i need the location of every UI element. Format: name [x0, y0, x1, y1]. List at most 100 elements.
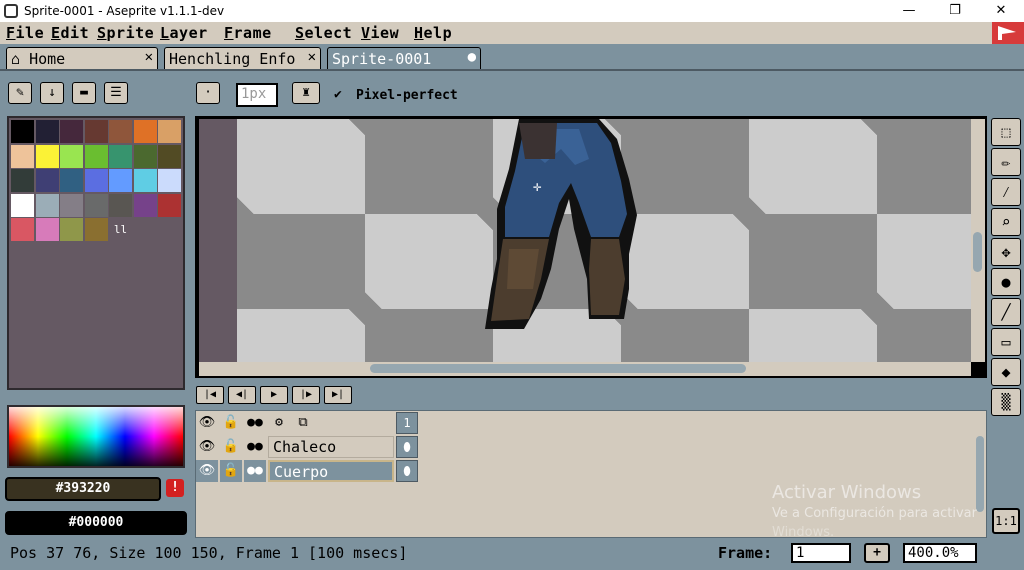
palette-swatch[interactable] [109, 120, 132, 143]
palette-swatch[interactable] [35, 169, 59, 192]
frame-input[interactable]: 1 [791, 543, 851, 563]
palette-swatch[interactable] [109, 193, 132, 217]
flag-icon[interactable] [992, 22, 1024, 44]
palette-edit-icon[interactable]: ✎ [8, 82, 32, 104]
tab-sprite-0001[interactable]: Sprite-0001 ● [327, 47, 481, 70]
palette-swatch[interactable] [84, 218, 108, 241]
palette-swatch[interactable] [11, 169, 34, 192]
palette-swatch[interactable] [11, 193, 34, 217]
eye-icon[interactable]: 👁 [196, 460, 218, 482]
marquee-tool-icon[interactable]: ⬚ [991, 118, 1021, 146]
vertical-scroll-thumb[interactable] [973, 232, 982, 272]
palette-swatch[interactable] [158, 120, 181, 143]
editor-canvas[interactable]: ✛ [199, 119, 971, 362]
background-color-button[interactable]: #000000 [5, 511, 187, 535]
menu-edit[interactable]: Edit [51, 24, 89, 42]
tab-close-icon[interactable]: ✕ [308, 49, 316, 65]
menu-layer[interactable]: Layer [160, 24, 208, 42]
palette-swatch[interactable] [84, 169, 108, 192]
tab-home[interactable]: ⌂ Home ✕ [6, 47, 158, 70]
palette-swatch[interactable] [60, 193, 83, 217]
palette-swatch[interactable] [109, 169, 132, 192]
horizontal-scroll-thumb[interactable] [370, 364, 746, 373]
menu-help[interactable]: Help [414, 24, 452, 42]
palette-swatch[interactable] [158, 193, 181, 217]
layer-row-selected[interactable]: Cuerpo [268, 460, 394, 482]
reset-zoom-button[interactable]: 1:1 [992, 508, 1020, 534]
next-frame-icon[interactable]: |▶ [292, 386, 320, 404]
continuous-icon[interactable]: ●● [244, 460, 266, 482]
palette-swatch[interactable] [60, 144, 83, 168]
palette-swatch[interactable] [158, 169, 181, 192]
fill-tool-icon[interactable]: ● [991, 268, 1021, 296]
zoom-input[interactable]: 400.0% [903, 543, 977, 563]
palette-swatch[interactable] [60, 120, 83, 143]
palette-swatch[interactable] [84, 144, 108, 168]
layers-icon[interactable]: ⧉ [292, 412, 314, 434]
brush-type-icon[interactable]: · [196, 82, 220, 104]
menu-file[interactable]: File [6, 24, 44, 42]
pencil-tool-icon[interactable]: ✏ [991, 148, 1021, 176]
continuous-icon[interactable]: ●● [244, 436, 266, 458]
palette-swatch[interactable] [11, 144, 34, 168]
menu-sprite[interactable]: Sprite [97, 24, 154, 42]
palette-swatch[interactable] [84, 120, 108, 143]
lock-icon[interactable]: 🔓 [220, 412, 242, 434]
line-tool-icon[interactable]: ╱ [991, 298, 1021, 326]
last-frame-icon[interactable]: ▶| [324, 386, 352, 404]
palette-swatch[interactable] [35, 193, 59, 217]
add-frame-button[interactable]: + [864, 543, 890, 563]
onion-skin-icon[interactable]: ●● [244, 412, 266, 434]
ink-type-icon[interactable]: ♜ [292, 82, 320, 104]
play-icon[interactable]: ▶ [260, 386, 288, 404]
tab-henchling[interactable]: Henchling Enfo ✕ [164, 47, 321, 70]
palette-sort-icon[interactable]: ↓ [40, 82, 64, 104]
palette-swatch[interactable] [133, 120, 157, 143]
color-spectrum[interactable] [7, 405, 185, 468]
layer-row[interactable]: Chaleco [268, 436, 394, 458]
palette-swatch[interactable] [35, 144, 59, 168]
eye-icon[interactable]: 👁 [196, 436, 218, 458]
first-frame-icon[interactable]: |◀ [196, 386, 224, 404]
lock-icon[interactable]: 🔓 [220, 460, 242, 482]
contour-tool-icon[interactable]: ◆ [991, 358, 1021, 386]
timeline-scrollbar[interactable] [976, 436, 984, 512]
blur-tool-icon[interactable]: ▒ [991, 388, 1021, 416]
menu-view[interactable]: View [361, 24, 399, 42]
cel-icon[interactable]: ⬮ [396, 460, 418, 482]
tab-close-icon[interactable]: ✕ [145, 49, 153, 65]
pixel-perfect-checkbox[interactable]: ✔ [334, 87, 342, 102]
palette-swatch[interactable] [11, 120, 34, 143]
tab-modified-icon[interactable]: ● [468, 49, 476, 65]
foreground-color-button[interactable]: #393220 [5, 477, 161, 501]
palette-swatch[interactable] [133, 193, 157, 217]
zoom-tool-icon[interactable]: ⌕ [991, 208, 1021, 236]
brush-size-input[interactable]: 1px [236, 83, 278, 107]
rectangle-tool-icon[interactable]: ▭ [991, 328, 1021, 356]
palette-swatch[interactable] [84, 193, 108, 217]
previous-frame-icon[interactable]: ◀| [228, 386, 256, 404]
minimize-button[interactable]: — [886, 0, 932, 22]
palette-swatch[interactable] [35, 218, 59, 241]
palette-swatch[interactable] [11, 218, 34, 241]
palette-swatch[interactable] [60, 169, 83, 192]
cel-icon[interactable]: ⬮ [396, 436, 418, 458]
close-button[interactable]: ✕ [978, 0, 1024, 22]
palette-swatch[interactable] [35, 120, 59, 143]
menu-select[interactable]: Select [295, 24, 352, 42]
palette-options-icon[interactable]: ☰ [104, 82, 128, 104]
lock-icon[interactable]: 🔓 [220, 436, 242, 458]
menu-frame[interactable]: Frame [224, 24, 272, 42]
palette-swatch[interactable] [133, 169, 157, 192]
palette-swatch[interactable] [158, 144, 181, 168]
maximize-button[interactable]: ❐ [932, 0, 978, 22]
frame-header[interactable]: 1 [396, 412, 418, 434]
palette-swatch[interactable] [133, 144, 157, 168]
palette-swatch[interactable] [109, 144, 132, 168]
palette-presets-icon[interactable]: ▬ [72, 82, 96, 104]
gear-icon[interactable]: ⚙ [268, 412, 290, 434]
warning-icon[interactable]: ! [166, 479, 184, 497]
palette-swatch[interactable] [60, 218, 83, 241]
eyedropper-tool-icon[interactable]: ⁄ [991, 178, 1021, 206]
move-tool-icon[interactable]: ✥ [991, 238, 1021, 266]
